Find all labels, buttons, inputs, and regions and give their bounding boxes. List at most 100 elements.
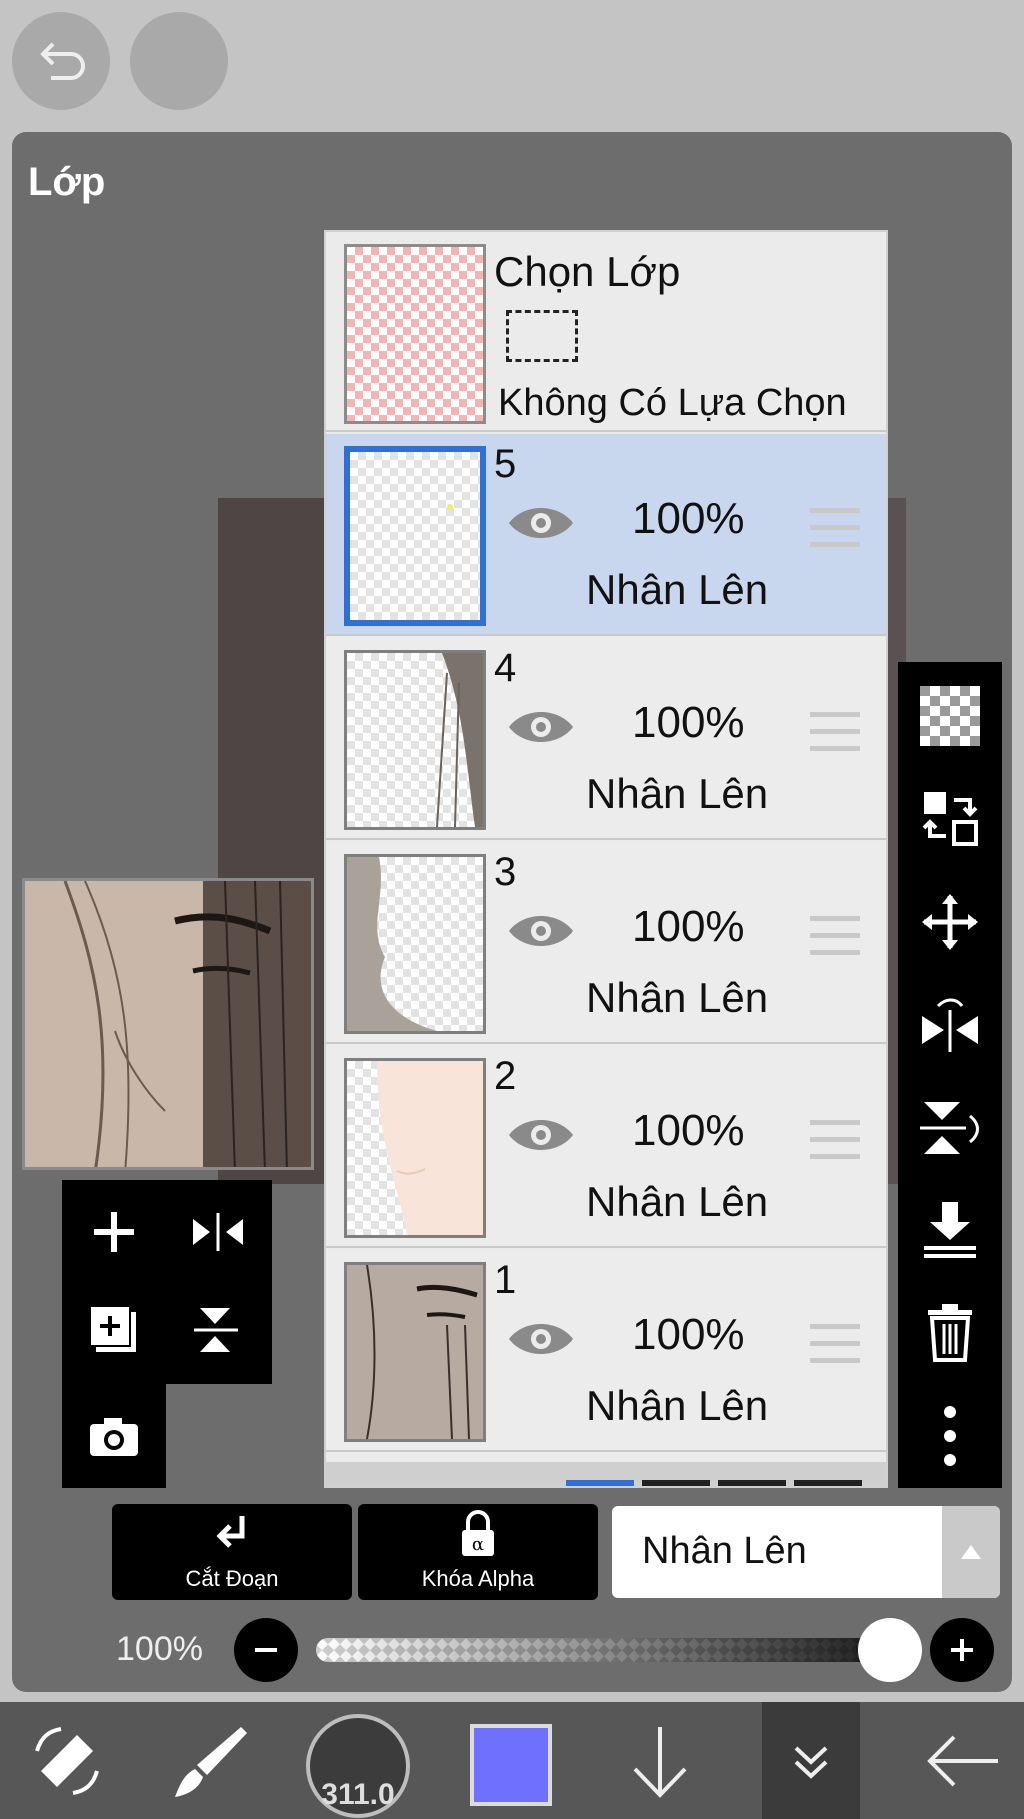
blend-mode-select[interactable]: Nhân Lên: [612, 1506, 1000, 1598]
camera-button[interactable]: [74, 1396, 154, 1476]
plus-icon: [951, 1639, 973, 1661]
layer-list[interactable]: Chọn Lớp Không Có Lựa Chọn 5 100% Nhân L…: [324, 230, 888, 1488]
opacity-slider[interactable]: [316, 1638, 896, 1662]
layer-row[interactable]: 4 100% Nhân Lên: [326, 638, 886, 840]
camera-icon: [90, 1418, 138, 1456]
panel-title: Lớp: [28, 160, 106, 204]
selection-layer[interactable]: Chọn Lớp Không Có Lựa Chọn: [326, 232, 886, 432]
delete-layer-button[interactable]: [912, 1294, 988, 1370]
layer-row[interactable]: 5 100% Nhân Lên: [326, 434, 886, 636]
opacity-slider-knob[interactable]: [858, 1618, 922, 1682]
layer-thumbnail: [344, 1058, 486, 1238]
back-button[interactable]: [910, 1702, 1014, 1819]
selection-layer-title: Chọn Lớp: [494, 248, 681, 295]
more-options-button[interactable]: [912, 1398, 988, 1474]
selection-layer-status: Không Có Lựa Chọn: [498, 382, 847, 424]
layer-number: 5: [494, 442, 517, 486]
drag-handle-icon[interactable]: [810, 916, 860, 960]
opacity-increase-button[interactable]: [930, 1618, 994, 1682]
bottom-toolbar: 311.0: [0, 1702, 1024, 1819]
trash-icon: [928, 1304, 972, 1362]
layer-opacity: 100%: [632, 698, 745, 747]
eye-icon[interactable]: [506, 1110, 576, 1160]
clipping-icon: [216, 1516, 245, 1548]
layer-number: 4: [494, 646, 517, 690]
flip-vertical-icon: [920, 1102, 979, 1154]
drag-handle-icon[interactable]: [810, 508, 860, 552]
layer-blend-mode: Nhân Lên: [586, 1178, 769, 1225]
undo-button[interactable]: [12, 12, 110, 110]
brush-button[interactable]: [156, 1702, 266, 1819]
layer-blend-mode: Nhân Lên: [586, 566, 769, 613]
move-button[interactable]: [912, 884, 988, 960]
layer-thumbnail: [344, 1262, 486, 1442]
arrow-down-icon: [633, 1726, 687, 1798]
lock-icon: α: [462, 1510, 494, 1556]
svg-text:α: α: [472, 1534, 484, 1555]
layer-number: 1: [494, 1258, 517, 1302]
layer-number: 2: [494, 1054, 517, 1098]
add-layer-copy-icon: [89, 1305, 136, 1352]
flip-horizontal-icon: [193, 1213, 243, 1251]
blend-mode-value: Nhân Lên: [642, 1530, 807, 1572]
merge-down-icon: [924, 1202, 976, 1258]
eye-icon[interactable]: [506, 906, 576, 956]
transparency-button[interactable]: [912, 678, 988, 754]
alpha-lock-label: Khóa Alpha: [421, 1566, 535, 1591]
swap-layers-button[interactable]: [912, 780, 988, 856]
flip-vertical-icon: [194, 1308, 238, 1352]
layer-opacity: 100%: [632, 1310, 745, 1359]
layer-thumbnail: [344, 650, 486, 830]
layer-blend-mode: Nhân Lên: [586, 770, 769, 817]
layer-opacity: 100%: [632, 902, 745, 951]
brush-size-indicator[interactable]: 311.0: [306, 1714, 410, 1818]
layer-row[interactable]: 1 100% Nhân Lên: [326, 1250, 886, 1452]
brush-icon: [175, 1726, 247, 1797]
right-toolbar: [898, 662, 1002, 1488]
add-layer-icon: [94, 1212, 134, 1252]
alpha-lock-button[interactable]: α Khóa Alpha: [358, 1504, 598, 1600]
selection-marquee-icon: [506, 310, 578, 362]
flip-horizontal-button[interactable]: [178, 1192, 258, 1272]
flip-horizontal-button-right[interactable]: [912, 988, 988, 1064]
layer-row[interactable]: 3 100% Nhân Lên: [326, 842, 886, 1044]
eye-icon[interactable]: [506, 702, 576, 752]
layer-list-scrollbar[interactable]: [326, 1462, 886, 1486]
merge-down-button[interactable]: [912, 1192, 988, 1268]
color-swatch[interactable]: [470, 1724, 552, 1806]
clipping-label: Cắt Đoạn: [185, 1566, 279, 1591]
flip-horizontal-icon: [922, 998, 978, 1052]
flip-vertical-button-right[interactable]: [912, 1090, 988, 1166]
layers-toggle-button[interactable]: [762, 1702, 860, 1819]
drag-handle-icon[interactable]: [810, 1120, 860, 1164]
opacity-label: 100%: [116, 1630, 203, 1668]
selection-layer-thumbnail: [344, 244, 486, 424]
undo-icon: [40, 42, 85, 80]
opacity-decrease-button[interactable]: [234, 1618, 298, 1682]
flip-vertical-button[interactable]: [178, 1290, 258, 1370]
layer-opacity: 100%: [632, 494, 745, 543]
layer-row[interactable]: 2 100% Nhân Lên: [326, 1046, 886, 1248]
clipping-button[interactable]: Cắt Đoạn: [112, 1504, 352, 1600]
drag-handle-icon[interactable]: [810, 1324, 860, 1368]
minus-icon: [255, 1648, 277, 1652]
redo-button[interactable]: [130, 12, 228, 110]
transform-button[interactable]: [12, 1702, 122, 1819]
layer-thumbnail: [344, 854, 486, 1034]
more-icon: [944, 1406, 956, 1466]
left-toolbar: [62, 1180, 272, 1488]
eye-icon[interactable]: [506, 498, 576, 548]
drag-handle-icon[interactable]: [810, 712, 860, 756]
transparency-icon: [920, 686, 980, 746]
add-layer-copy-button[interactable]: [74, 1290, 154, 1370]
brush-size-value: 311.0: [321, 1778, 395, 1811]
back-arrow-icon: [927, 1735, 998, 1786]
add-layer-button[interactable]: [74, 1192, 154, 1272]
swap-layers-icon: [922, 792, 978, 846]
transform-icon: [35, 1726, 99, 1795]
dropdown-arrow-icon[interactable]: [942, 1506, 1000, 1598]
layer-blend-mode: Nhân Lên: [586, 974, 769, 1021]
move-icon: [922, 894, 978, 950]
arrow-down-button[interactable]: [610, 1702, 710, 1819]
eye-icon[interactable]: [506, 1314, 576, 1364]
